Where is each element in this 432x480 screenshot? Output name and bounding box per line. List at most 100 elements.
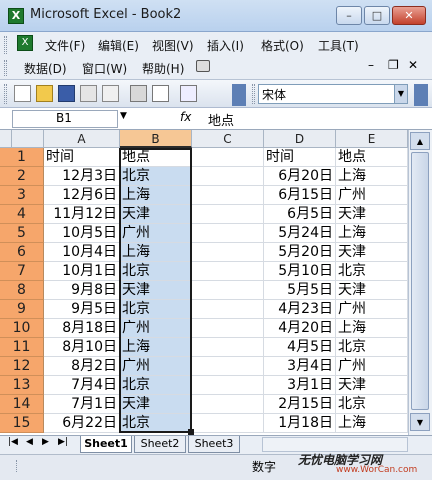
cell-a14[interactable]: 7月1日: [44, 395, 120, 414]
column-header-d[interactable]: D: [264, 130, 336, 148]
cell-b14[interactable]: 天津: [120, 395, 192, 414]
cell-d4[interactable]: 6月5日: [264, 205, 336, 224]
doc-restore-button[interactable]: ❐: [388, 58, 399, 72]
cell-c13[interactable]: [192, 376, 264, 395]
cell-b13[interactable]: 北京: [120, 376, 192, 395]
tab-sheet2[interactable]: Sheet2: [134, 436, 186, 453]
formula-input[interactable]: [200, 110, 432, 128]
cell-e4[interactable]: 天津: [336, 205, 408, 224]
last-sheet-icon[interactable]: ▶|: [58, 437, 68, 447]
cell-a7[interactable]: 10月1日: [44, 262, 120, 281]
close-button[interactable]: ✕: [392, 6, 426, 25]
menu-window[interactable]: 窗口(W): [82, 60, 127, 77]
cell-d15[interactable]: 1月18日: [264, 414, 336, 433]
cell-e7[interactable]: 北京: [336, 262, 408, 281]
cell-c1[interactable]: [192, 148, 264, 167]
cell-a11[interactable]: 8月10日: [44, 338, 120, 357]
toolbar-grip[interactable]: [4, 84, 7, 104]
cell-c7[interactable]: [192, 262, 264, 281]
column-header-a[interactable]: A: [44, 130, 120, 148]
cell-b6[interactable]: 上海: [120, 243, 192, 262]
column-header-c[interactable]: C: [192, 130, 264, 148]
cell-e10[interactable]: 上海: [336, 319, 408, 338]
tab-sheet1[interactable]: Sheet1: [80, 436, 132, 453]
column-header-e[interactable]: E: [336, 130, 408, 148]
cell-d9[interactable]: 4月23日: [264, 300, 336, 319]
print-preview-icon[interactable]: [152, 85, 169, 102]
menu-help[interactable]: 帮助(H): [142, 60, 184, 77]
doc-close-button[interactable]: ✕: [408, 58, 418, 72]
cell-e1[interactable]: 地点: [336, 148, 408, 167]
cell-a13[interactable]: 7月4日: [44, 376, 120, 395]
cell-c5[interactable]: [192, 224, 264, 243]
print-icon[interactable]: [130, 85, 147, 102]
cell-c14[interactable]: [192, 395, 264, 414]
spelling-icon[interactable]: [180, 85, 197, 102]
cell-b2[interactable]: 北京: [120, 167, 192, 186]
row-header[interactable]: 15: [0, 414, 44, 433]
save-icon[interactable]: [58, 85, 75, 102]
menu-tools[interactable]: 工具(T): [318, 37, 359, 54]
scroll-up-icon[interactable]: ▲: [410, 132, 430, 150]
menu-edit[interactable]: 编辑(E): [98, 37, 139, 54]
cell-d11[interactable]: 4月5日: [264, 338, 336, 357]
maximize-button[interactable]: □: [364, 6, 390, 25]
cell-e9[interactable]: 广州: [336, 300, 408, 319]
horizontal-scrollbar[interactable]: [262, 437, 408, 452]
menu-insert[interactable]: 插入(I): [207, 37, 244, 54]
cell-e5[interactable]: 上海: [336, 224, 408, 243]
menu-data[interactable]: 数据(D): [24, 60, 67, 77]
scroll-down-icon[interactable]: ▼: [410, 413, 430, 431]
cell-d10[interactable]: 4月20日: [264, 319, 336, 338]
cell-a2[interactable]: 12月3日: [44, 167, 120, 186]
row-header[interactable]: 1: [0, 148, 44, 167]
scroll-thumb[interactable]: [411, 152, 429, 410]
cell-b1[interactable]: 地点: [120, 148, 192, 167]
cell-e13[interactable]: 天津: [336, 376, 408, 395]
row-header[interactable]: 13: [0, 376, 44, 395]
menu-view[interactable]: 视图(V): [152, 37, 194, 54]
chevron-down-icon[interactable]: ▼: [120, 111, 127, 121]
prev-sheet-icon[interactable]: ◀: [26, 437, 33, 447]
cell-c4[interactable]: [192, 205, 264, 224]
row-header[interactable]: 12: [0, 357, 44, 376]
doc-minimize-button[interactable]: –: [368, 58, 374, 72]
toolbar-overflow-icon-2[interactable]: [414, 84, 428, 106]
row-header[interactable]: 9: [0, 300, 44, 319]
cell-a3[interactable]: 12月6日: [44, 186, 120, 205]
row-header[interactable]: 8: [0, 281, 44, 300]
header-corner[interactable]: [12, 130, 44, 148]
select-all-corner[interactable]: [0, 130, 12, 148]
row-header[interactable]: 3: [0, 186, 44, 205]
cell-c11[interactable]: [192, 338, 264, 357]
cell-c12[interactable]: [192, 357, 264, 376]
cell-c3[interactable]: [192, 186, 264, 205]
cell-b15[interactable]: 北京: [120, 414, 192, 433]
row-header[interactable]: 5: [0, 224, 44, 243]
cell-a6[interactable]: 10月4日: [44, 243, 120, 262]
cell-d14[interactable]: 2月15日: [264, 395, 336, 414]
menu-grip-2[interactable]: [4, 60, 7, 76]
cell-d8[interactable]: 5月5日: [264, 281, 336, 300]
cell-b8[interactable]: 天津: [120, 281, 192, 300]
email-icon[interactable]: [102, 85, 119, 102]
cell-b3[interactable]: 上海: [120, 186, 192, 205]
cell-c2[interactable]: [192, 167, 264, 186]
cell-a4[interactable]: 11月12日: [44, 205, 120, 224]
cell-c10[interactable]: [192, 319, 264, 338]
cell-c15[interactable]: [192, 414, 264, 433]
toolbar-grip-2[interactable]: [252, 84, 255, 104]
cell-c9[interactable]: [192, 300, 264, 319]
cell-e11[interactable]: 北京: [336, 338, 408, 357]
chevron-down-icon[interactable]: ▼: [394, 85, 407, 103]
cell-a1[interactable]: 时间: [44, 148, 120, 167]
new-icon[interactable]: [14, 85, 31, 102]
cell-c6[interactable]: [192, 243, 264, 262]
cell-e6[interactable]: 天津: [336, 243, 408, 262]
cell-d12[interactable]: 3月4日: [264, 357, 336, 376]
row-header[interactable]: 7: [0, 262, 44, 281]
next-sheet-icon[interactable]: ▶: [42, 437, 49, 447]
cell-e2[interactable]: 上海: [336, 167, 408, 186]
row-header[interactable]: 14: [0, 395, 44, 414]
toolbar-overflow-icon[interactable]: [232, 84, 246, 106]
